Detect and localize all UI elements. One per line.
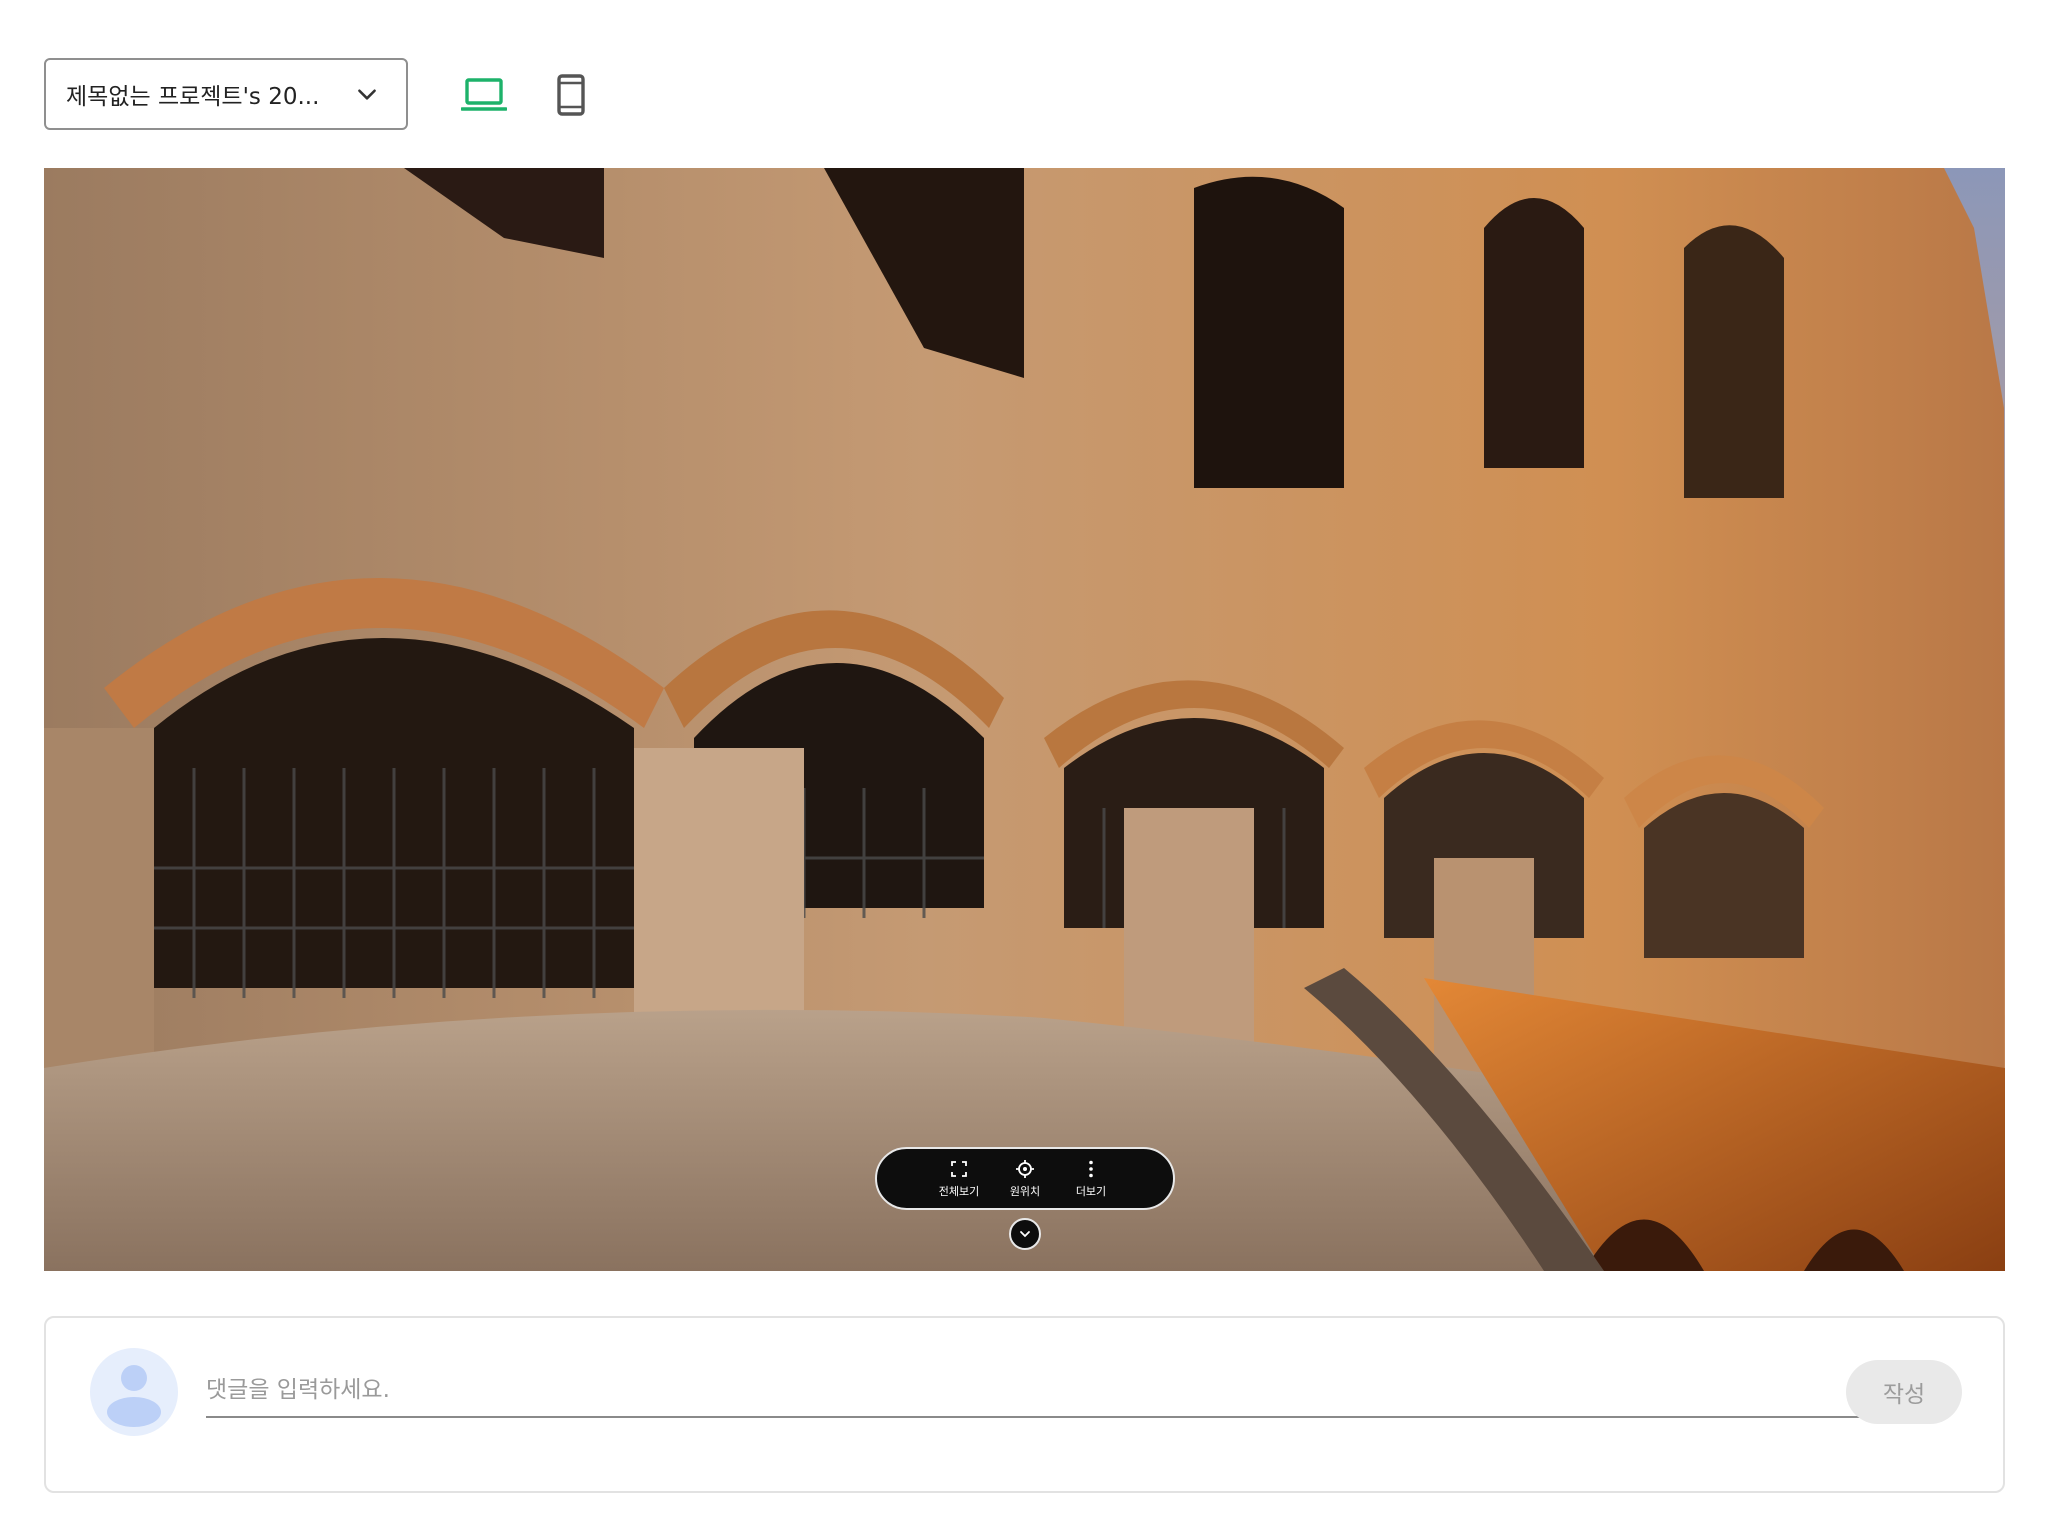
mobile-view-button[interactable] [546,72,596,118]
smartphone-icon [557,74,585,116]
viewer-control-bar: 전체보기 원위치 더보기 [875,1147,1175,1210]
more-button[interactable]: 더보기 [1066,1159,1116,1199]
fullscreen-label: 전체보기 [938,1184,980,1198]
origin-button[interactable]: 원위치 [1000,1159,1050,1199]
desktop-view-button[interactable] [459,72,509,118]
laptop-icon [461,78,507,111]
colosseum-panorama-image [44,168,2005,1271]
comment-box: 작성 [44,1316,2005,1493]
fullscreen-button[interactable]: 전체보기 [934,1159,984,1199]
more-vertical-icon [1089,1160,1093,1177]
more-label: 더보기 [1075,1184,1107,1198]
chevron-down-icon [1020,1231,1030,1238]
submit-comment-button[interactable]: 작성 [1846,1360,1962,1424]
project-select[interactable]: 제목없는 프로젝트's 20... [44,58,408,130]
panorama-viewer[interactable]: 전체보기 원위치 더보기 [44,168,2005,1271]
crosshair-icon [1016,1159,1034,1178]
fullscreen-icon [951,1160,967,1177]
comment-input[interactable] [206,1364,1861,1418]
user-avatar-icon [90,1348,178,1436]
origin-label: 원위치 [1009,1184,1041,1198]
chevron-down-icon [358,89,376,100]
collapse-controls-button[interactable] [1009,1218,1041,1250]
project-select-label: 제목없는 프로젝트's 20... [66,84,320,110]
